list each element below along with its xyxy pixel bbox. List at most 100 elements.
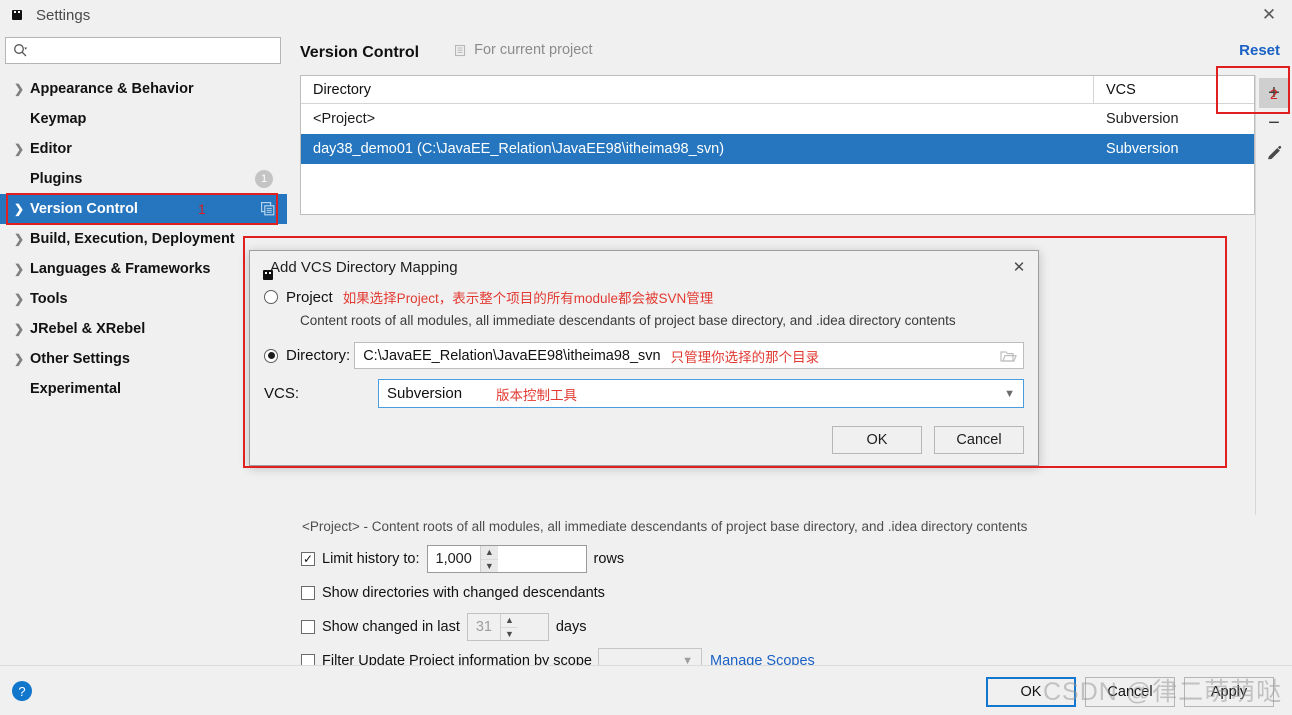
jetbrains-logo-icon: [9, 7, 26, 24]
vcs-select[interactable]: Subversion 版本控制工具 ▼: [378, 379, 1024, 408]
search-box[interactable]: [5, 37, 281, 64]
limit-history-suffix: rows: [593, 551, 625, 567]
annotation-number-1: 1: [198, 201, 206, 217]
sidebar-item-label: Other Settings: [30, 351, 130, 367]
stepper-up-icon[interactable]: ▲: [500, 614, 518, 628]
sidebar-item-label: Languages & Frameworks: [30, 261, 211, 277]
window-title: Settings: [36, 6, 91, 24]
ok-button[interactable]: OK: [986, 677, 1076, 707]
stepper-buttons[interactable]: ▲ ▼: [479, 546, 498, 573]
directory-radio-label: Directory:: [286, 347, 351, 364]
show-directories-label: Show directories with changed descendant…: [322, 585, 605, 601]
column-header-vcs[interactable]: VCS: [1094, 76, 1254, 103]
sidebar-item-languages-frameworks[interactable]: ❯ Languages & Frameworks: [0, 254, 287, 284]
window-title-bar: Settings ✕: [0, 0, 1292, 30]
option-show-changed-in-last: Show changed in last 31 ▲ ▼ days: [301, 610, 815, 644]
stepper-down-icon[interactable]: ▼: [481, 560, 498, 573]
column-header-directory[interactable]: Directory: [301, 76, 1094, 103]
dialog-title: Add VCS Directory Mapping: [270, 258, 458, 276]
add-mapping-button[interactable]: +: [1259, 78, 1289, 108]
table-scroll-column: [1255, 215, 1292, 515]
search-icon: [13, 43, 28, 58]
sidebar-item-editor[interactable]: ❯ Editor: [0, 134, 287, 164]
vcs-annotation: 版本控制工具: [496, 387, 578, 403]
apply-button[interactable]: Apply: [1184, 677, 1274, 707]
project-radio[interactable]: [264, 290, 278, 304]
edit-pencil-icon[interactable]: [1259, 138, 1289, 168]
directory-radio[interactable]: [264, 348, 278, 363]
sidebar-item-keymap[interactable]: ❯ Keymap: [0, 104, 287, 134]
reset-link[interactable]: Reset: [1239, 42, 1280, 59]
copy-settings-icon[interactable]: [261, 202, 275, 216]
chevron-right-icon: ❯: [13, 232, 25, 246]
show-changed-suffix: days: [555, 619, 587, 635]
cell-vcs: Subversion: [1106, 141, 1179, 157]
chevron-right-icon: ❯: [13, 82, 25, 96]
dialog-body: Project 如果选择Project，表示整个项目的所有module都会被SV…: [250, 287, 1038, 454]
dialog-title-bar: Add VCS Directory Mapping ✕: [250, 251, 1038, 283]
sidebar-item-appearance-behavior[interactable]: ❯ Appearance & Behavior: [0, 74, 287, 104]
chevron-right-icon: ❯: [13, 292, 25, 306]
project-description: Content roots of all modules, all immedi…: [300, 313, 956, 328]
remove-mapping-button[interactable]: −: [1259, 108, 1289, 138]
folder-browse-icon[interactable]: [1000, 349, 1017, 363]
dialog-close-icon[interactable]: ✕: [1008, 256, 1030, 278]
dialog-button-row: OK Cancel: [832, 426, 1024, 454]
stepper-up-icon[interactable]: ▲: [480, 546, 498, 560]
chevron-right-icon: ❯: [13, 322, 25, 336]
show-changed-value: 31: [475, 619, 492, 635]
sidebar-item-experimental[interactable]: ❯ Experimental: [0, 374, 287, 404]
directory-annotation: 只管理你选择的那个目录: [670, 349, 820, 365]
vcs-field-row: VCS: Subversion 版本控制工具 ▼: [264, 379, 1024, 408]
sidebar-item-label: JRebel & XRebel: [30, 321, 146, 337]
project-scope-label: For current project: [474, 42, 593, 58]
table-toolbar: + −: [1255, 75, 1292, 215]
table-row[interactable]: <Project> Subversion: [301, 104, 1254, 134]
vcs-select-value: Subversion: [387, 385, 463, 402]
dialog-cancel-button[interactable]: Cancel: [934, 426, 1024, 454]
sidebar-item-other-settings[interactable]: ❯ Other Settings: [0, 344, 287, 374]
close-icon[interactable]: ✕: [1256, 2, 1282, 28]
option-limit-history: ✓ Limit history to: 1,000 ▲ ▼ rows: [301, 542, 815, 576]
vcs-mappings-table: Directory VCS <Project> Subversion day38…: [300, 75, 1255, 215]
sidebar-item-tools[interactable]: ❯ Tools: [0, 284, 287, 314]
stepper-down-icon[interactable]: ▼: [501, 628, 518, 641]
table-row[interactable]: day38_demo01 (C:\JavaEE_Relation\JavaEE9…: [301, 134, 1254, 164]
sidebar-item-plugins[interactable]: ❯ Plugins 1: [0, 164, 287, 194]
sidebar-item-build-execution-deployment[interactable]: ❯ Build, Execution, Deployment: [0, 224, 287, 254]
search-input[interactable]: [28, 43, 280, 58]
limit-history-stepper[interactable]: 1,000 ▲ ▼: [426, 545, 587, 573]
cell-directory: day38_demo01 (C:\JavaEE_Relation\JavaEE9…: [313, 141, 725, 157]
chevron-right-icon: ❯: [13, 352, 25, 366]
limit-history-value: 1,000: [435, 551, 472, 567]
project-radio-label: Project: [286, 288, 333, 306]
show-changed-stepper[interactable]: 31 ▲ ▼: [466, 613, 549, 641]
show-directories-checkbox[interactable]: [301, 586, 315, 600]
cell-directory: <Project>: [313, 111, 376, 127]
sidebar-item-label: Appearance & Behavior: [30, 81, 194, 97]
dialog-ok-button[interactable]: OK: [832, 426, 922, 454]
settings-window: Settings ✕ ❯ Appearance & Behavior ❯ Key…: [0, 0, 1292, 715]
project-annotation: 如果选择Project，表示整个项目的所有module都会被SVN管理: [342, 291, 714, 306]
project-scope-icon: [455, 44, 468, 57]
stepper-buttons[interactable]: ▲ ▼: [499, 614, 518, 641]
project-mapping-note: <Project> - Content roots of all modules…: [302, 519, 1028, 534]
directory-input[interactable]: C:\JavaEE_Relation\JavaEE98\itheima98_sv…: [354, 342, 1024, 369]
sidebar-item-label: Build, Execution, Deployment: [30, 231, 235, 247]
help-icon[interactable]: ?: [12, 681, 32, 701]
show-changed-checkbox[interactable]: [301, 620, 315, 634]
chevron-right-icon: ❯: [13, 142, 25, 156]
chevron-down-icon: ▼: [1004, 387, 1015, 400]
limit-history-label: Limit history to:: [322, 551, 420, 567]
limit-history-checkbox[interactable]: ✓: [301, 552, 315, 566]
sidebar-item-label: Experimental: [30, 381, 122, 397]
option-show-directories: Show directories with changed descendant…: [301, 576, 815, 610]
sidebar-item-jrebel-xrebel[interactable]: ❯ JRebel & XRebel: [0, 314, 287, 344]
sidebar-item-label: Plugins: [30, 171, 83, 187]
plugins-update-badge: 1: [255, 170, 273, 188]
sidebar-item-version-control[interactable]: ❯ Version Control 1: [0, 194, 287, 224]
cancel-button[interactable]: Cancel: [1085, 677, 1175, 707]
table-header-row: Directory VCS: [301, 76, 1254, 104]
chevron-right-icon: ❯: [13, 202, 25, 216]
directory-radio-row: Directory: C:\JavaEE_Relation\JavaEE98\i…: [264, 342, 1024, 369]
